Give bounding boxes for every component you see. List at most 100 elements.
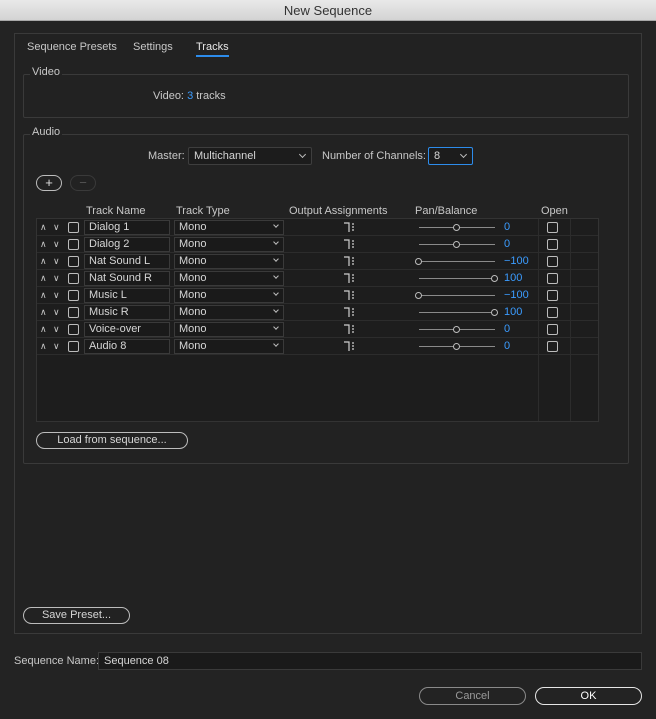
output-routing-icon[interactable]: [343, 239, 357, 250]
track-select-checkbox[interactable]: [68, 273, 79, 284]
output-routing-icon[interactable]: [343, 222, 357, 233]
track-select-checkbox[interactable]: [68, 341, 79, 352]
move-up-icon[interactable]: ∧: [40, 307, 47, 317]
track-name-field[interactable]: Music R: [84, 305, 170, 320]
pan-slider-knob[interactable]: [453, 326, 460, 333]
track-row: ∧ ∨ Voice-over Mono 0: [37, 321, 598, 338]
pan-slider-knob[interactable]: [491, 309, 498, 316]
move-up-icon[interactable]: ∧: [40, 290, 47, 300]
sequence-name-input[interactable]: Sequence 08: [98, 652, 642, 670]
tab-tracks[interactable]: Tracks: [196, 41, 229, 57]
pan-slider-track[interactable]: [419, 278, 495, 279]
track-select-checkbox[interactable]: [68, 290, 79, 301]
output-routing-icon[interactable]: [343, 341, 357, 352]
master-dropdown[interactable]: Multichannel: [188, 147, 312, 165]
track-type-dropdown[interactable]: Mono: [174, 305, 284, 320]
track-type-dropdown[interactable]: Mono: [174, 288, 284, 303]
track-name-field[interactable]: Audio 8: [84, 339, 170, 354]
move-down-icon[interactable]: ∨: [53, 290, 60, 300]
chevron-down-icon: [273, 324, 279, 330]
move-up-icon[interactable]: ∧: [40, 239, 47, 249]
track-select-checkbox[interactable]: [68, 307, 79, 318]
track-select-checkbox[interactable]: [68, 256, 79, 267]
move-up-icon[interactable]: ∧: [40, 341, 47, 351]
video-count[interactable]: 3: [187, 90, 193, 102]
track-name-field[interactable]: Dialog 2: [84, 237, 170, 252]
pan-slider-knob[interactable]: [415, 258, 422, 265]
move-up-icon[interactable]: ∧: [40, 324, 47, 334]
move-up-icon[interactable]: ∧: [40, 273, 47, 283]
output-routing-icon[interactable]: [343, 256, 357, 267]
track-type: Mono: [179, 323, 207, 335]
move-up-icon[interactable]: ∧: [40, 222, 47, 232]
track-name-field[interactable]: Nat Sound L: [84, 254, 170, 269]
video-unit: tracks: [196, 90, 226, 102]
save-preset-button[interactable]: Save Preset...: [23, 607, 130, 624]
sequence-name-value: Sequence 08: [104, 655, 169, 667]
move-down-icon[interactable]: ∨: [53, 222, 60, 232]
open-checkbox[interactable]: [547, 324, 558, 335]
pan-slider-knob[interactable]: [453, 241, 460, 248]
tab-settings[interactable]: Settings: [133, 41, 173, 53]
add-track-button[interactable]: +: [36, 175, 62, 191]
move-down-icon[interactable]: ∨: [53, 256, 60, 266]
chevron-down-icon: [459, 150, 468, 159]
pan-value[interactable]: 0: [504, 339, 510, 354]
track-name-field[interactable]: Nat Sound R: [84, 271, 170, 286]
track-type-dropdown[interactable]: Mono: [174, 220, 284, 235]
load-from-sequence-button[interactable]: Load from sequence...: [36, 432, 188, 449]
move-down-icon[interactable]: ∨: [53, 324, 60, 334]
chevron-down-icon: [273, 222, 279, 228]
pan-value[interactable]: −100: [504, 254, 529, 269]
open-checkbox[interactable]: [547, 290, 558, 301]
open-checkbox[interactable]: [547, 239, 558, 250]
pan-slider-knob[interactable]: [491, 275, 498, 282]
open-checkbox[interactable]: [547, 307, 558, 318]
channels-label: Number of Channels:: [322, 150, 426, 162]
track-type-dropdown[interactable]: Mono: [174, 254, 284, 269]
pan-slider-knob[interactable]: [415, 292, 422, 299]
cancel-button[interactable]: Cancel: [419, 687, 526, 705]
move-down-icon[interactable]: ∨: [53, 341, 60, 351]
track-type-dropdown[interactable]: Mono: [174, 322, 284, 337]
track-type-dropdown[interactable]: Mono: [174, 339, 284, 354]
track-row: ∧ ∨ Dialog 2 Mono 0: [37, 236, 598, 253]
pan-value[interactable]: 0: [504, 322, 510, 337]
track-select-checkbox[interactable]: [68, 222, 79, 233]
open-checkbox[interactable]: [547, 222, 558, 233]
move-up-icon[interactable]: ∧: [40, 256, 47, 266]
pan-slider-knob[interactable]: [453, 224, 460, 231]
video-group-title: Video: [30, 66, 62, 78]
track-select-checkbox[interactable]: [68, 324, 79, 335]
track-select-checkbox[interactable]: [68, 239, 79, 250]
chevron-down-icon: [273, 273, 279, 279]
ok-button[interactable]: OK: [535, 687, 642, 705]
move-down-icon[interactable]: ∨: [53, 307, 60, 317]
pan-slider-knob[interactable]: [453, 343, 460, 350]
track-type-dropdown[interactable]: Mono: [174, 237, 284, 252]
move-down-icon[interactable]: ∨: [53, 239, 60, 249]
move-down-icon[interactable]: ∨: [53, 273, 60, 283]
remove-track-button[interactable]: −: [70, 175, 96, 191]
track-name-field[interactable]: Music L: [84, 288, 170, 303]
pan-value[interactable]: 100: [504, 305, 522, 320]
pan-slider-track[interactable]: [419, 295, 495, 296]
pan-slider-track[interactable]: [419, 312, 495, 313]
channels-dropdown[interactable]: 8: [428, 147, 473, 165]
pan-value[interactable]: 0: [504, 237, 510, 252]
pan-value[interactable]: −100: [504, 288, 529, 303]
pan-value[interactable]: 100: [504, 271, 522, 286]
pan-slider-track[interactable]: [419, 261, 495, 262]
output-routing-icon[interactable]: [343, 324, 357, 335]
pan-value[interactable]: 0: [504, 220, 510, 235]
track-name-field[interactable]: Dialog 1: [84, 220, 170, 235]
track-name-field[interactable]: Voice-over: [84, 322, 170, 337]
open-checkbox[interactable]: [547, 273, 558, 284]
open-checkbox[interactable]: [547, 341, 558, 352]
output-routing-icon[interactable]: [343, 307, 357, 318]
output-routing-icon[interactable]: [343, 273, 357, 284]
track-type-dropdown[interactable]: Mono: [174, 271, 284, 286]
tab-sequence-presets[interactable]: Sequence Presets: [27, 41, 117, 53]
open-checkbox[interactable]: [547, 256, 558, 267]
output-routing-icon[interactable]: [343, 290, 357, 301]
